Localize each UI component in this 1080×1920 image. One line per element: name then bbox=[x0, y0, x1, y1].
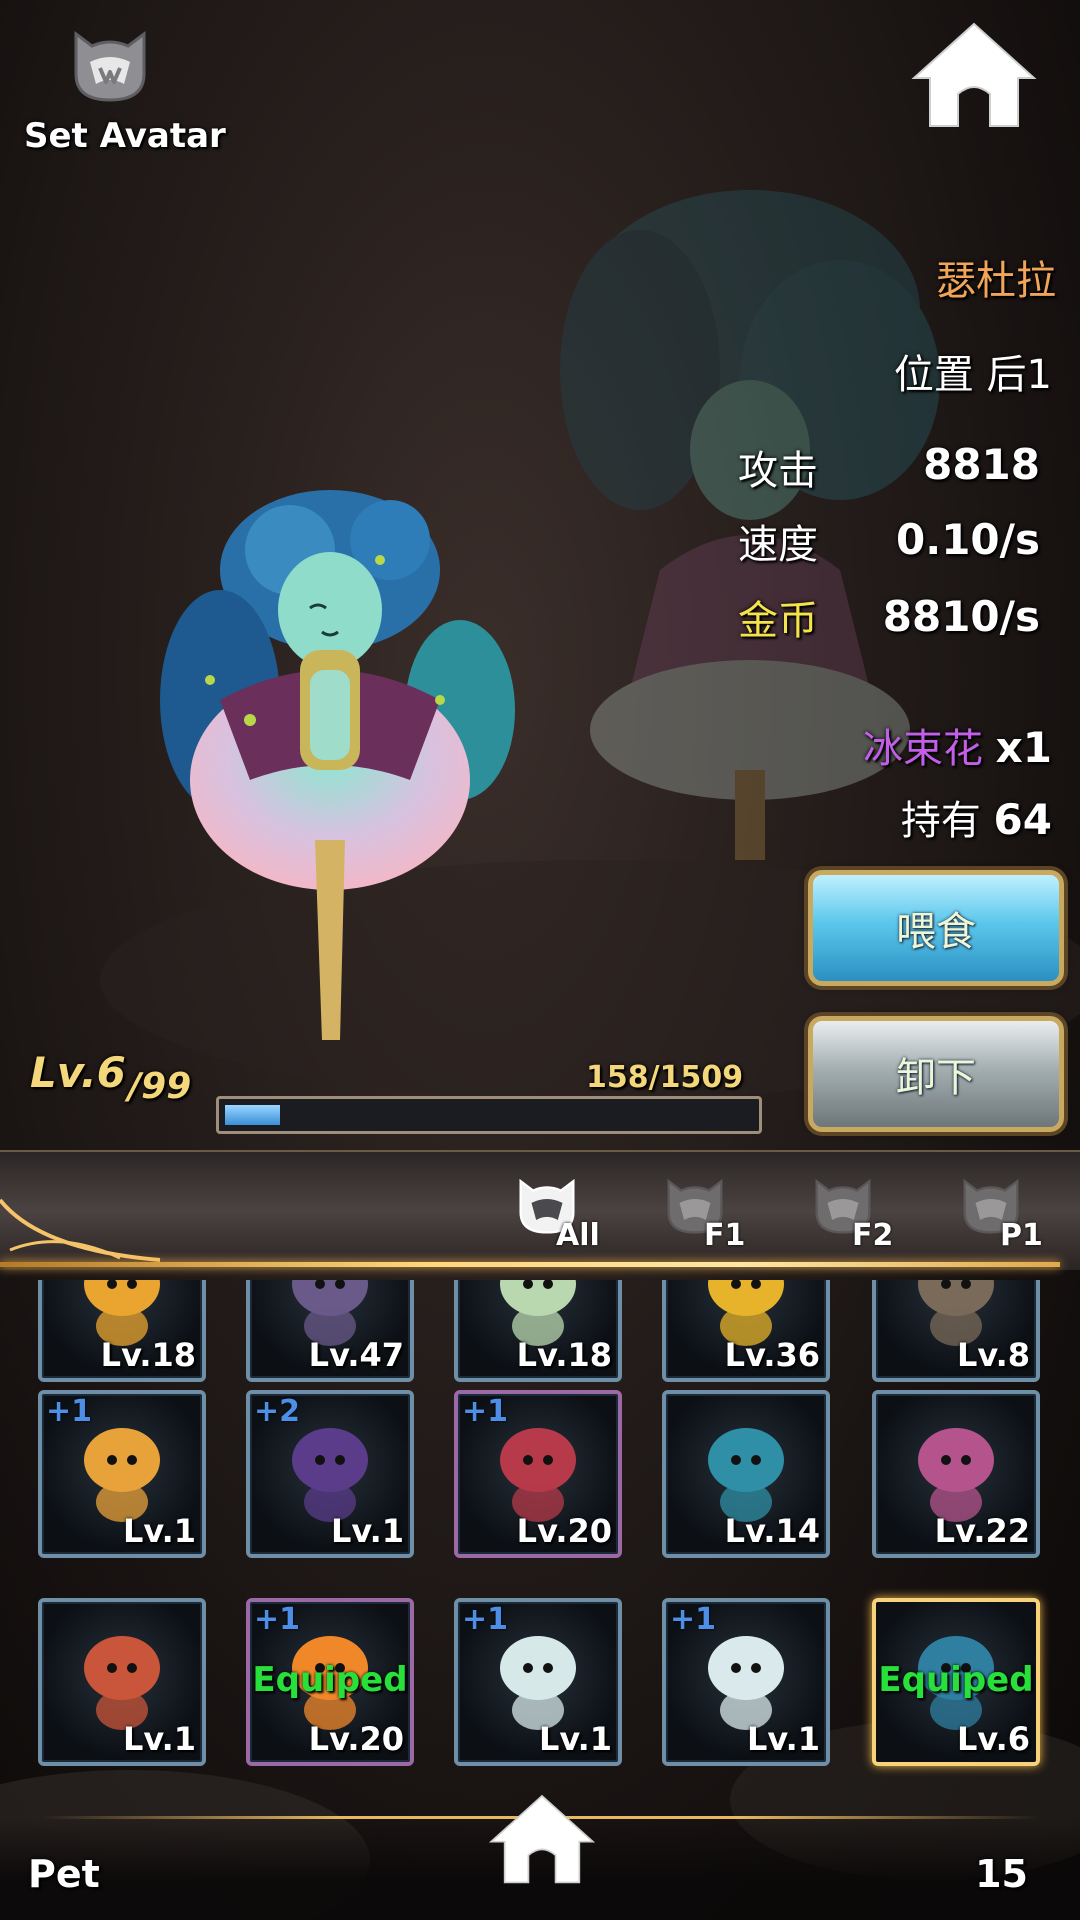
food-requirement: 冰束花 x1 bbox=[863, 716, 1052, 774]
pet-count: 15 bbox=[975, 1852, 1028, 1896]
pet-card-level: Lv.1 bbox=[122, 1512, 196, 1550]
enhance-badge: +1 bbox=[462, 1602, 509, 1637]
enhance-badge: +2 bbox=[254, 1394, 301, 1429]
pet-card-level: Lv.1 bbox=[538, 1720, 612, 1758]
pet-card[interactable]: Lv.18 bbox=[38, 1280, 206, 1382]
pet-thumbnail bbox=[84, 1636, 160, 1730]
pet-thumbnail bbox=[292, 1428, 368, 1522]
pet-card-level: Lv.6 bbox=[956, 1720, 1030, 1758]
pet-card[interactable]: Lv.36 bbox=[662, 1280, 830, 1382]
pet-card-level: Lv.18 bbox=[516, 1336, 612, 1374]
hold-value: 64 bbox=[993, 795, 1052, 844]
pet-card-level: Lv.14 bbox=[724, 1512, 820, 1550]
attack-value: 8818 bbox=[923, 440, 1040, 489]
home-icon[interactable] bbox=[908, 20, 1040, 132]
gold-value: 8810/s bbox=[882, 592, 1040, 641]
pet-card[interactable]: +1 Equiped Lv.20 bbox=[246, 1598, 414, 1766]
pet-card[interactable]: Lv.1 bbox=[38, 1598, 206, 1766]
pet-name: 瑟杜拉 bbox=[936, 258, 1056, 304]
enhance-badge: +1 bbox=[462, 1394, 509, 1429]
pet-card[interactable]: +1 Lv.1 bbox=[38, 1390, 206, 1558]
pet-character bbox=[160, 490, 515, 1040]
ornament-swirl bbox=[0, 1198, 161, 1262]
pet-card[interactable]: +2 Lv.1 bbox=[246, 1390, 414, 1558]
pet-position: 位置 后1 bbox=[893, 352, 1052, 398]
filter-divider bbox=[0, 1262, 1060, 1267]
pet-card-level: Lv.1 bbox=[122, 1720, 196, 1758]
pet-card-level: Lv.18 bbox=[100, 1336, 196, 1374]
pet-card[interactable]: Lv.47 bbox=[246, 1280, 414, 1382]
hold-label: 持有 bbox=[900, 798, 981, 844]
pet-card[interactable]: Equiped Lv.6 bbox=[872, 1598, 1040, 1766]
enhance-badge: +1 bbox=[670, 1602, 717, 1637]
food-held: 持有 64 bbox=[901, 788, 1052, 846]
home-icon[interactable] bbox=[486, 1792, 598, 1888]
pet-thumbnail bbox=[708, 1428, 784, 1522]
pet-card-level: Lv.1 bbox=[746, 1720, 820, 1758]
pet-card[interactable]: Lv.22 bbox=[872, 1390, 1040, 1558]
filter-label: F1 bbox=[704, 1218, 746, 1253]
pet-level: Lv.6 bbox=[30, 1048, 126, 1097]
pet-card[interactable]: +1 Lv.1 bbox=[454, 1598, 622, 1766]
pet-card[interactable]: Lv.18 bbox=[454, 1280, 622, 1382]
pet-card[interactable]: Lv.14 bbox=[662, 1390, 830, 1558]
pet-max-level: /99 bbox=[128, 1066, 192, 1107]
filter-label: All bbox=[556, 1218, 600, 1253]
food-name: 冰束花 bbox=[862, 726, 983, 772]
pet-card[interactable]: +1 Lv.20 bbox=[454, 1390, 622, 1558]
pet-card[interactable]: +1 Lv.1 bbox=[662, 1598, 830, 1766]
pet-grid: Lv.18 Lv.47 Lv.18 Lv.36 Lv.8 +1 Lv.1 +2 Lv.1 +1 Lv… bbox=[0, 1280, 1080, 1780]
pet-card-level: Lv.20 bbox=[308, 1720, 404, 1758]
equipped-label: Equiped bbox=[878, 1660, 1034, 1700]
pet-card-level: Lv.36 bbox=[724, 1336, 820, 1374]
enhance-badge: +1 bbox=[254, 1602, 301, 1637]
feed-button[interactable]: 喂食 bbox=[808, 870, 1064, 986]
pet-card-level: Lv.1 bbox=[330, 1512, 404, 1550]
equipped-label: Equiped bbox=[252, 1660, 408, 1700]
xp-bar-fill bbox=[225, 1105, 280, 1125]
xp-bar bbox=[216, 1096, 762, 1134]
filter-tab-f2[interactable]: F2 bbox=[804, 1172, 924, 1253]
filter-label: P1 bbox=[1000, 1218, 1043, 1253]
enhance-badge: +1 bbox=[46, 1394, 93, 1429]
xp-text: 158/1509 bbox=[586, 1060, 744, 1095]
unequip-button[interactable]: 卸下 bbox=[808, 1016, 1064, 1132]
pet-thumbnail bbox=[500, 1636, 576, 1730]
pet-card-level: Lv.8 bbox=[956, 1336, 1030, 1374]
wolf-avatar-icon[interactable] bbox=[70, 28, 150, 104]
pet-thumbnail bbox=[500, 1428, 576, 1522]
attack-label: 攻击 bbox=[738, 448, 818, 494]
gold-label: 金币 bbox=[738, 598, 818, 644]
pet-thumbnail bbox=[708, 1636, 784, 1730]
pet-card[interactable]: Lv.8 bbox=[872, 1280, 1040, 1382]
pet-card-level: Lv.20 bbox=[516, 1512, 612, 1550]
filter-label: F2 bbox=[852, 1218, 894, 1253]
filter-tab-f1[interactable]: F1 bbox=[656, 1172, 776, 1253]
speed-value: 0.10/s bbox=[896, 515, 1040, 564]
filter-tab-all[interactable]: All bbox=[508, 1172, 628, 1253]
pet-thumbnail bbox=[918, 1428, 994, 1522]
set-avatar-label[interactable]: Set Avatar bbox=[24, 116, 226, 156]
speed-label: 速度 bbox=[738, 522, 818, 568]
filter-tab-p1[interactable]: P1 bbox=[952, 1172, 1072, 1253]
pet-card-level: Lv.47 bbox=[308, 1336, 404, 1374]
food-count: x1 bbox=[995, 723, 1052, 772]
pet-tab-label[interactable]: Pet bbox=[28, 1852, 100, 1896]
pet-card-level: Lv.22 bbox=[934, 1512, 1030, 1550]
pet-thumbnail bbox=[84, 1428, 160, 1522]
